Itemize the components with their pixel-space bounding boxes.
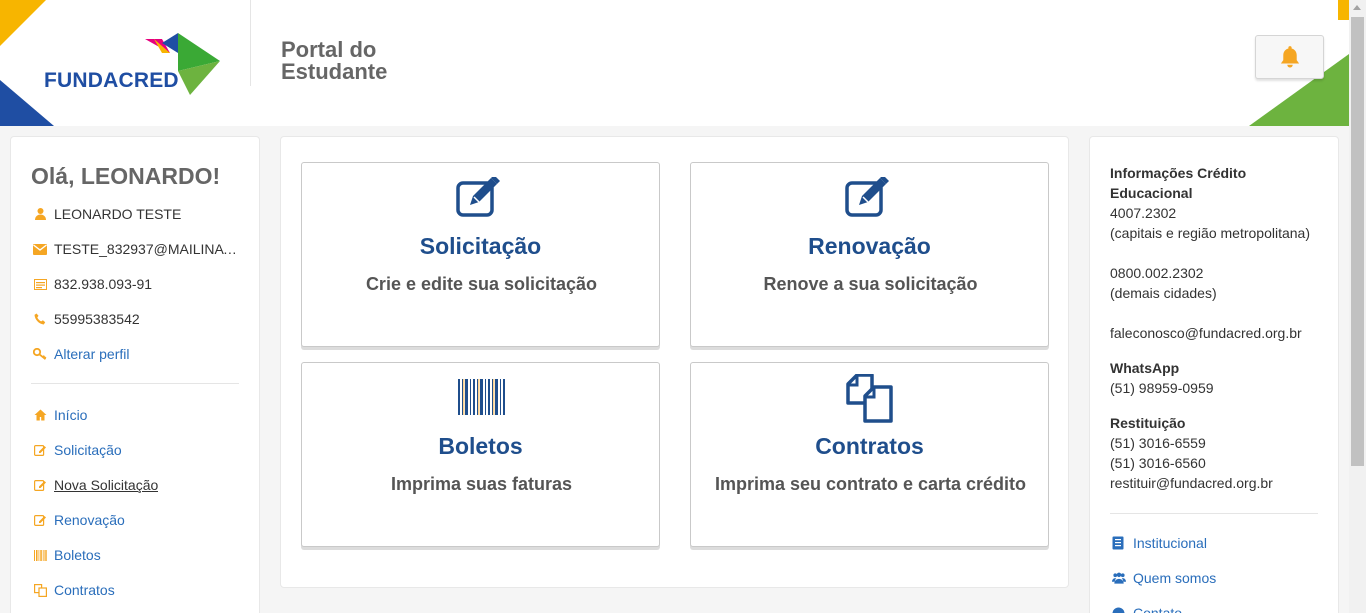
contact-sidebar: Informações Crédito Educacional 4007.230… (1089, 136, 1339, 613)
page-title-line: Portal do (281, 37, 377, 62)
sidebar-item-contratos[interactable]: Contratos (33, 581, 115, 599)
sidebar-item-solicitacao[interactable]: Solicitação (33, 441, 122, 459)
profile-name-row: LEONARDO TESTE (33, 205, 181, 223)
card-subtitle: Imprima suas faturas (390, 474, 573, 494)
greeting: Olá, LEONARDO! (31, 163, 221, 189)
barcode-icon (456, 377, 506, 422)
notifications-button[interactable] (1255, 35, 1324, 79)
edit-icon (33, 514, 47, 526)
restituicao-phone: (51) 3016-6559 (1110, 435, 1206, 451)
profile-phone: 55995383542 (54, 311, 140, 327)
sidebar-divider (31, 383, 239, 384)
card-subtitle: Crie e edite sua solicitação (365, 274, 598, 294)
restituicao-email: restituir@fundacred.org.br (1110, 475, 1273, 491)
sidebar-item-nova-solicitacao[interactable]: Nova Solicitação (33, 476, 158, 494)
profile-email: TESTE_832937@MAILINATOR.COM (54, 241, 239, 257)
profile-sidebar: Olá, LEONARDO! LEONARDO TESTE TESTE_8329… (10, 136, 260, 613)
whatsapp-title: WhatsApp (1110, 360, 1180, 376)
credit-info-block: Informações Crédito Educacional 4007.230… (1110, 163, 1325, 343)
contact-phone-note: (demais cidades) (1110, 285, 1217, 301)
sidebar-item-boletos[interactable]: Boletos (33, 546, 101, 564)
bell-icon (1280, 46, 1299, 68)
card-boletos[interactable]: Boletos Imprima suas faturas (301, 362, 660, 547)
users-icon (1112, 572, 1126, 584)
sidebar-item-renovacao[interactable]: Renovação (33, 511, 125, 529)
header: FUNDACRED Portal do Estudante (0, 0, 1349, 126)
contact-phone-note: (capitais e região metropolitana) (1110, 225, 1310, 241)
edit-icon (33, 444, 47, 456)
home-icon (33, 409, 47, 421)
credit-info-title: Informações Crédito Educacional (1110, 165, 1247, 201)
page-title: Portal do Estudante (281, 39, 387, 83)
fundacred-logo[interactable]: FUNDACRED (44, 33, 224, 95)
quem-somos-label: Quem somos (1133, 570, 1217, 586)
main-panel: Solicitação Crie e edite sua solicitação… (280, 136, 1069, 588)
sidebar-item-label: Contratos (54, 582, 115, 598)
contact-email: faleconosco@fundacred.org.br (1110, 325, 1302, 341)
scrollbar[interactable] (1349, 0, 1366, 613)
sidebar-item-label: Nova Solicitação (54, 477, 159, 493)
sidebar-item-label: Solicitação (54, 442, 122, 458)
edit-icon (33, 479, 47, 491)
logo-text: FUNDACRED (44, 69, 179, 92)
card-title: Contratos (815, 433, 924, 459)
profile-email-row: TESTE_832937@MAILINATOR.COM (33, 240, 239, 258)
key-icon (33, 348, 47, 360)
copy-icon (845, 373, 895, 429)
barcode-icon (33, 549, 47, 561)
card-title: Boletos (438, 433, 523, 459)
scroll-up-arrow-icon[interactable] (1353, 5, 1361, 10)
sidebar-item-inicio[interactable]: Início (33, 406, 87, 424)
profile-phone-row: 55995383542 (33, 310, 140, 328)
card-renovacao[interactable]: Renovação Renove a sua solicitação (690, 162, 1049, 347)
edit-icon (844, 175, 895, 222)
card-solicitacao[interactable]: Solicitação Crie e edite sua solicitação (301, 162, 660, 347)
corner-decoration (0, 0, 46, 46)
whatsapp-block: WhatsApp (51) 98959-0959 (1110, 358, 1325, 398)
header-divider (250, 0, 251, 86)
sidebar-item-label: Início (54, 407, 88, 423)
card-subtitle: Renove a sua solicitação (763, 274, 978, 294)
scrollbar-thumb[interactable] (1351, 17, 1364, 466)
contato-link[interactable]: Contato (1112, 605, 1182, 613)
restituicao-phone: (51) 3016-6560 (1110, 455, 1206, 471)
profile-name: LEONARDO TESTE (54, 206, 182, 222)
sidebar-divider (1110, 513, 1318, 514)
whatsapp-number: (51) 98959-0959 (1110, 380, 1214, 396)
quem-somos-link[interactable]: Quem somos (1112, 570, 1216, 586)
card-title: Renovação (808, 233, 931, 259)
edit-profile-link[interactable]: Alterar perfil (33, 345, 129, 363)
id-card-icon (33, 278, 47, 290)
corner-decoration (1338, 0, 1349, 20)
institucional-link[interactable]: Institucional (1112, 535, 1207, 551)
copy-icon (33, 583, 47, 597)
contato-label: Contato (1133, 605, 1183, 613)
sidebar-item-label: Renovação (54, 512, 125, 528)
card-contratos[interactable]: Contratos Imprima seu contrato e carta c… (690, 362, 1049, 547)
card-title: Solicitação (419, 233, 542, 259)
contact-icon (1112, 607, 1126, 613)
sidebar-item-label: Boletos (54, 547, 101, 563)
restituicao-title: Restituição (1110, 415, 1186, 431)
edit-icon (455, 175, 506, 222)
phone-icon (33, 313, 47, 325)
institucional-label: Institucional (1133, 535, 1207, 551)
user-icon (33, 208, 47, 220)
page-title-line: Estudante (281, 59, 388, 84)
card-subtitle: Imprima seu contrato e carta crédito (714, 474, 1027, 494)
envelope-icon (33, 243, 47, 255)
restituicao-block: Restituição (51) 3016-6559 (51) 3016-656… (1110, 413, 1325, 493)
profile-cpf: 832.938.093-91 (54, 276, 153, 292)
contact-phone: 0800.002.2302 (1110, 265, 1204, 281)
contact-phone: 4007.2302 (1110, 205, 1177, 221)
edit-profile-label: Alterar perfil (54, 346, 130, 362)
book-icon (1112, 536, 1126, 550)
profile-cpf-row: 832.938.093-91 (33, 275, 152, 293)
